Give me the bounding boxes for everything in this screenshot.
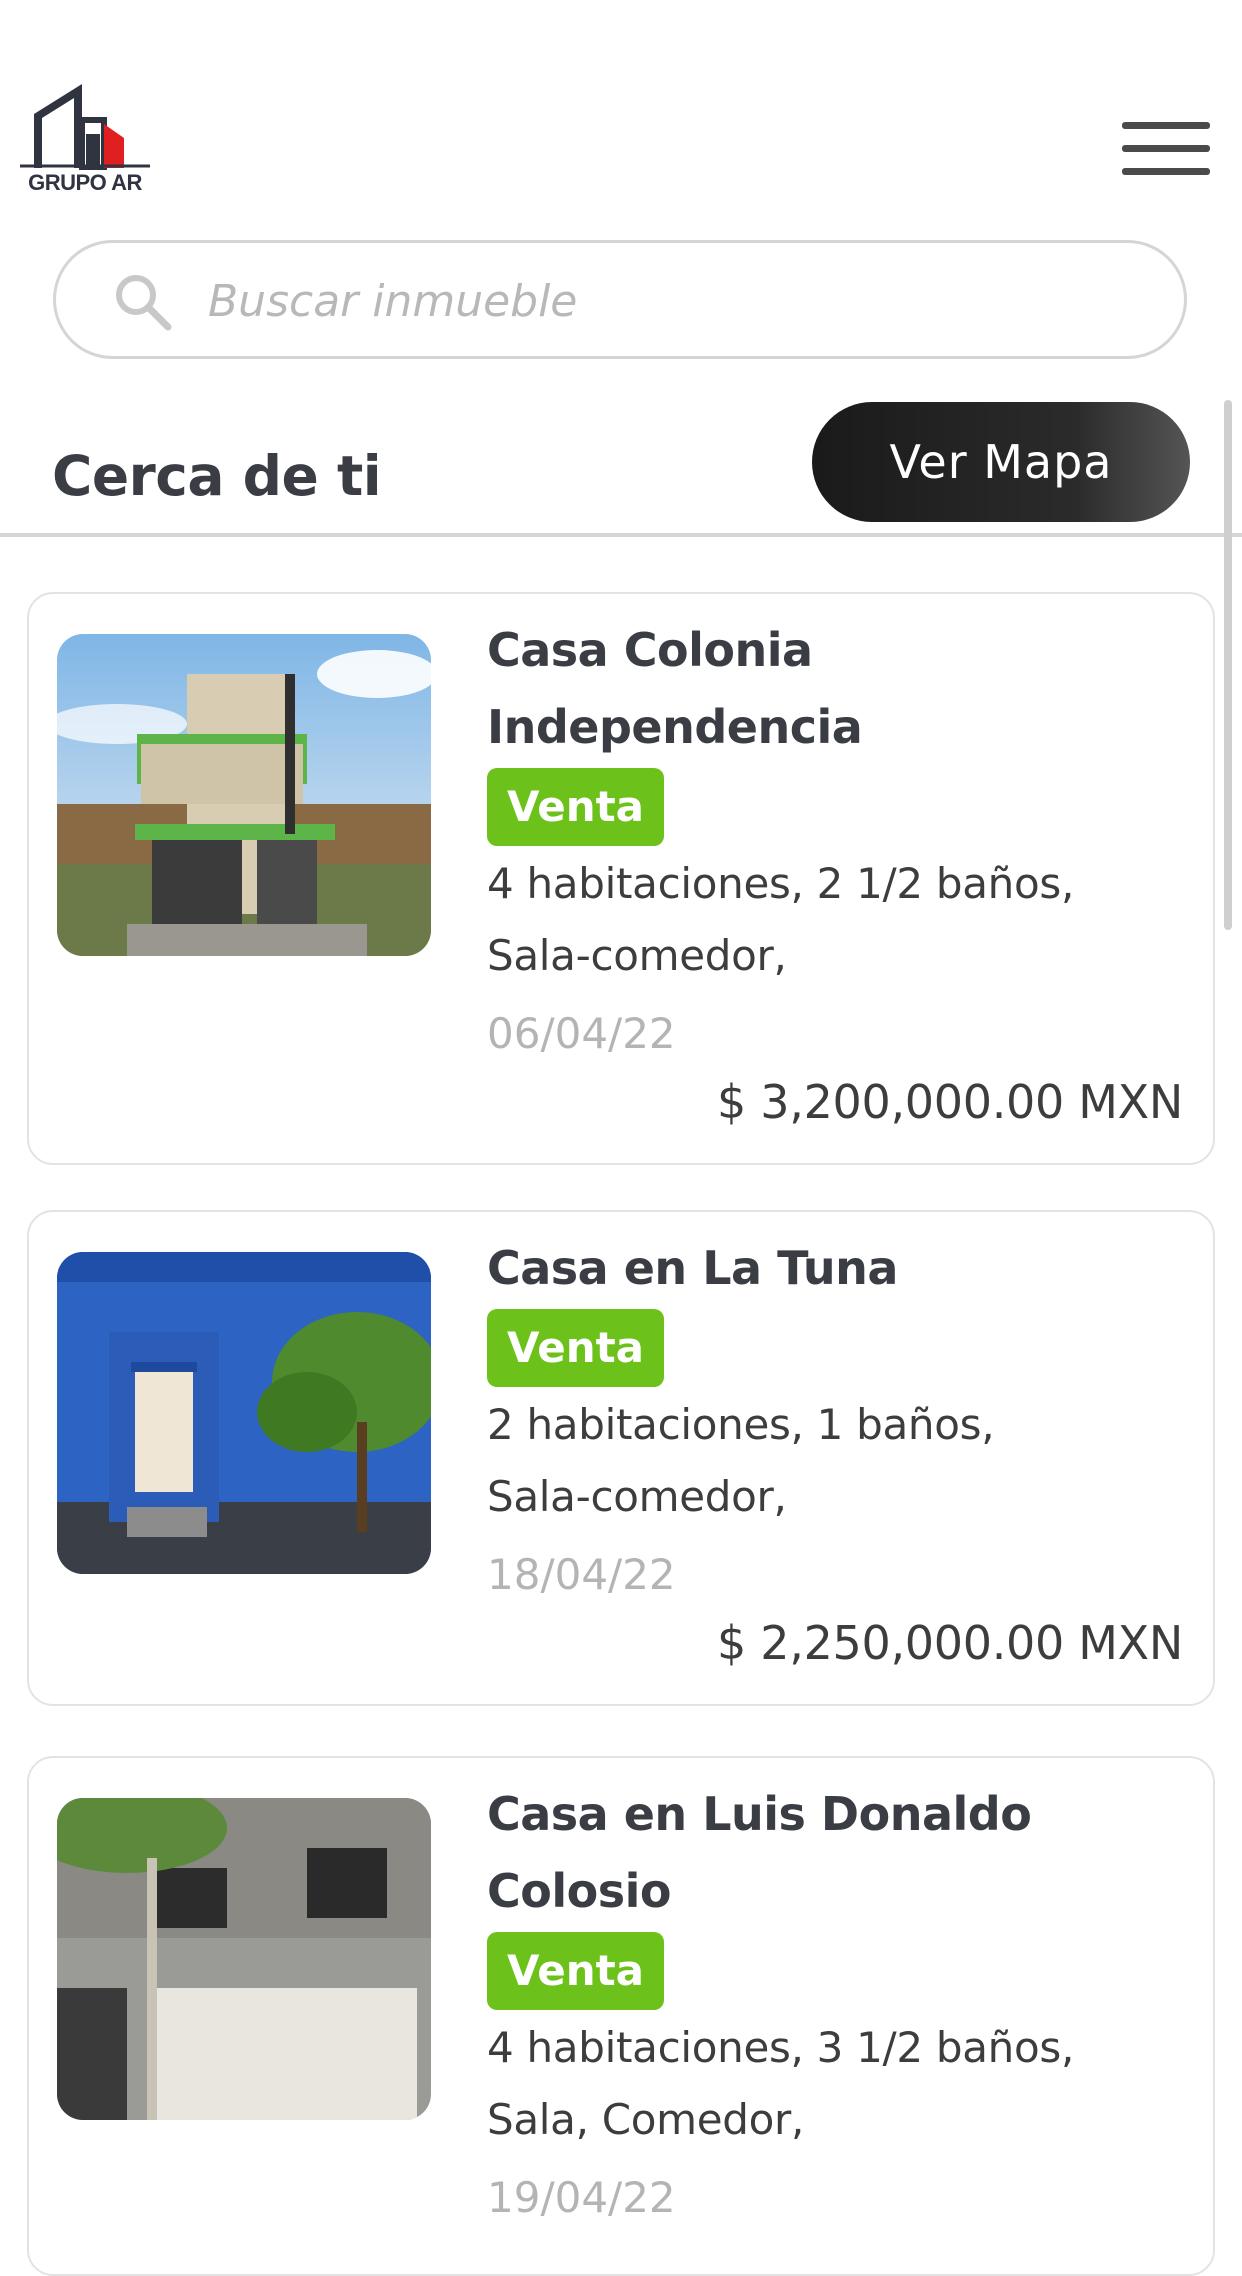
listing-card[interactable]: Casa en Luis Donaldo Colosio Venta 4 hab… xyxy=(27,1756,1215,2276)
listing-features-extra: Sala-comedor, xyxy=(487,1472,787,1521)
listing-photo xyxy=(57,1798,431,2120)
app-header: GRUPO AR xyxy=(0,0,1242,230)
search-icon xyxy=(116,275,172,331)
listing-features: 4 habitaciones, 2 1/2 baños, xyxy=(487,859,1075,908)
search-bar[interactable] xyxy=(53,240,1187,359)
listing-title: Casa en La Tuna xyxy=(487,1241,898,1295)
listing-features: 2 habitaciones, 1 baños, xyxy=(487,1400,995,1449)
listing-date: 06/04/22 xyxy=(487,1009,676,1058)
listing-price: $ 3,200,000.00 MXN xyxy=(717,1075,1183,1129)
listing-photo xyxy=(57,1252,431,1574)
status-badge: Venta xyxy=(487,1932,665,2010)
listing-date: 18/04/22 xyxy=(487,1550,676,1599)
status-badge: Venta xyxy=(487,768,665,846)
grupo-ar-logo[interactable]: GRUPO AR xyxy=(20,80,150,202)
listing-features-extra: Sala-comedor, xyxy=(487,931,787,980)
section-title: Cerca de ti xyxy=(52,444,382,508)
scrollbar[interactable] xyxy=(1224,400,1232,930)
listing-features: 4 habitaciones, 3 1/2 baños, xyxy=(487,2023,1075,2072)
listing-card[interactable]: Casa en La Tuna Venta 2 habitaciones, 1 … xyxy=(27,1210,1215,1706)
view-map-button[interactable]: Ver Mapa xyxy=(812,402,1190,522)
listing-price: $ 2,250,000.00 MXN xyxy=(717,1616,1183,1670)
listing-title: Casa Colonia Independencia xyxy=(487,623,863,754)
listing-photo xyxy=(57,634,431,956)
logo-text: GRUPO AR xyxy=(28,170,142,195)
listing-card[interactable]: Casa Colonia Independencia Venta 4 habit… xyxy=(27,592,1215,1165)
section-divider xyxy=(0,533,1242,537)
logo-building-icon xyxy=(20,84,150,171)
hamburger-menu-icon[interactable] xyxy=(1118,118,1214,180)
listing-title: Casa en Luis Donaldo Colosio xyxy=(487,1787,1032,1918)
listing-features-extra: Sala, Comedor, xyxy=(487,2095,805,2144)
status-badge: Venta xyxy=(487,1309,665,1387)
listing-date: 19/04/22 xyxy=(487,2173,676,2222)
search-input[interactable] xyxy=(206,263,1110,339)
